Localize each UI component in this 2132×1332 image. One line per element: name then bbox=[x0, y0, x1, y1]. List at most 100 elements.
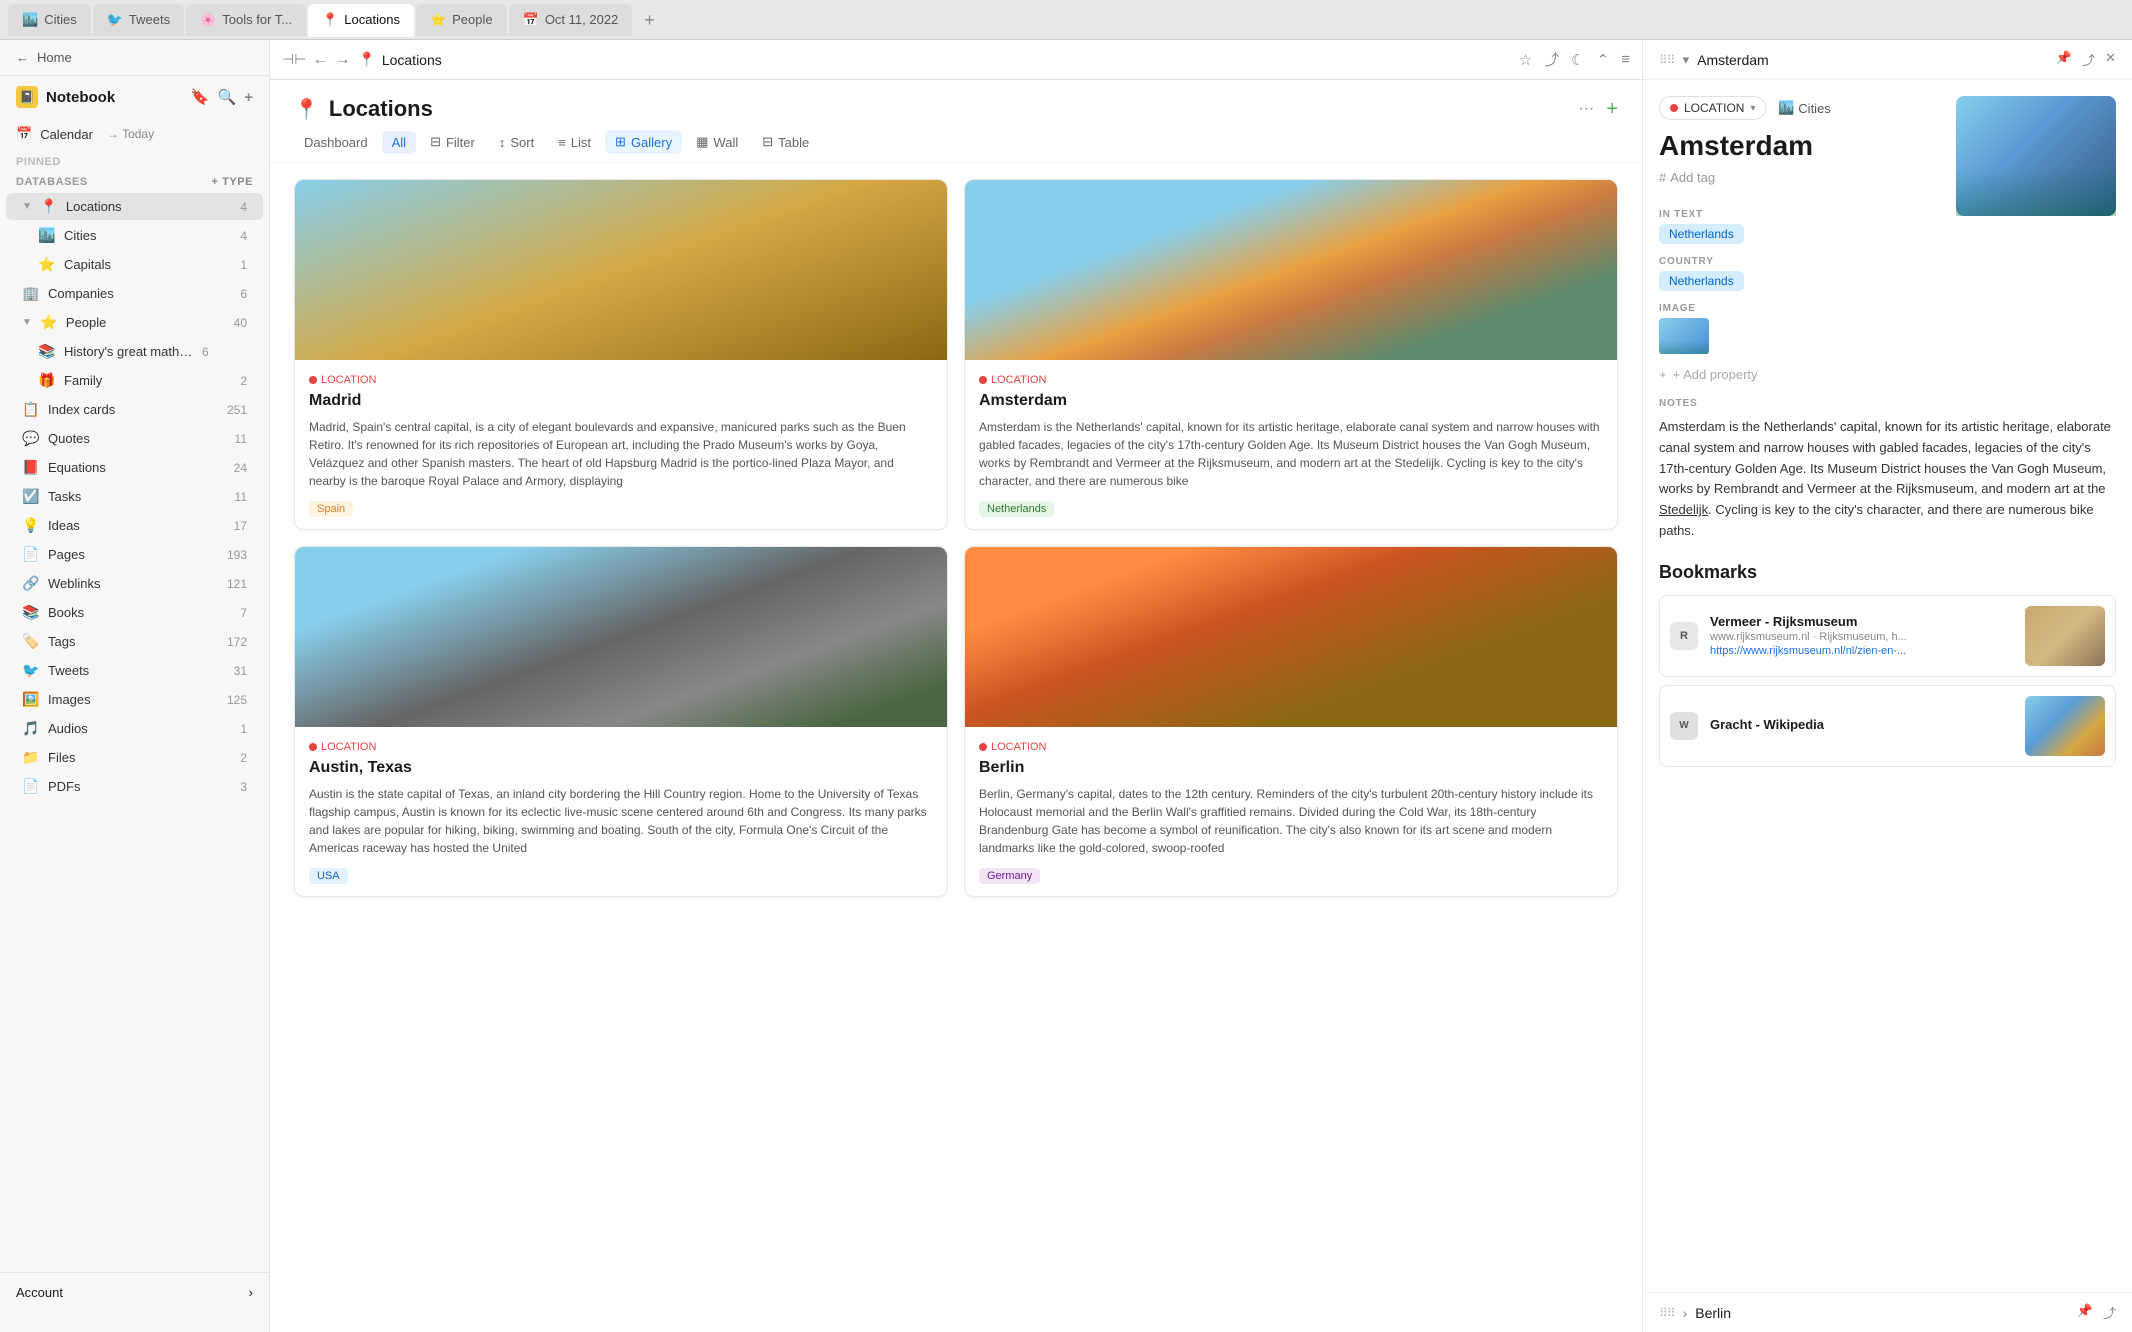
sidebar-item-family[interactable]: 🎁 Family 2 bbox=[6, 367, 263, 394]
add-tag-button[interactable]: # Add tag bbox=[1659, 170, 1715, 185]
amsterdam-tag[interactable]: Netherlands bbox=[979, 501, 1054, 517]
add-database-button[interactable]: + Type bbox=[211, 176, 253, 188]
more-options-icon[interactable]: ··· bbox=[1578, 100, 1594, 118]
country-value[interactable]: Netherlands bbox=[1659, 271, 1744, 291]
sidebar-home[interactable]: ← Home bbox=[0, 40, 269, 76]
add-tab-button[interactable]: + bbox=[634, 11, 665, 29]
tab-date[interactable]: 📅 Oct 11, 2022 bbox=[509, 4, 633, 36]
forward-nav-icon[interactable]: → bbox=[334, 51, 350, 69]
sidebar-item-tweets[interactable]: 🐦 Tweets 31 bbox=[6, 657, 263, 684]
add-property-button[interactable]: + + Add property bbox=[1659, 367, 2116, 382]
card-berlin[interactable]: LOCATION Berlin Berlin, Germany's capita… bbox=[964, 546, 1618, 897]
star-icon[interactable]: ☆ bbox=[1519, 51, 1532, 69]
sidebar-item-images[interactable]: 🖼️ Images 125 bbox=[6, 686, 263, 713]
berlin-tag[interactable]: Germany bbox=[979, 868, 1040, 884]
pages-count: 193 bbox=[227, 548, 247, 562]
tab-tools[interactable]: 🌸 Tools for T... bbox=[186, 4, 306, 36]
menu-icon[interactable]: ≡ bbox=[1621, 51, 1630, 68]
sidebar-item-cities[interactable]: 🏙️ Cities 4 bbox=[6, 222, 263, 249]
tab-wall[interactable]: ▦ Wall bbox=[686, 130, 748, 154]
hash-icon: # bbox=[1659, 170, 1666, 185]
people-icon: ⭐ bbox=[430, 12, 446, 28]
sidebar-item-books[interactable]: 📚 Books 7 bbox=[6, 599, 263, 626]
page-title-row: 📍 Locations bbox=[294, 96, 433, 122]
close-panel-icon[interactable]: ✕ bbox=[2105, 50, 2116, 69]
sidebar-item-index-cards[interactable]: 📋 Index cards 251 bbox=[6, 396, 263, 423]
sidebar-item-quotes[interactable]: 💬 Quotes 11 bbox=[6, 425, 263, 452]
pin-icon[interactable]: 📌 bbox=[2056, 50, 2072, 69]
add-icon[interactable]: + bbox=[244, 89, 253, 106]
card-amsterdam[interactable]: LOCATION Amsterdam Amsterdam is the Neth… bbox=[964, 179, 1618, 530]
card-austin[interactable]: LOCATION Austin, Texas Austin is the sta… bbox=[294, 546, 948, 897]
add-location-button[interactable]: + bbox=[1606, 98, 1618, 121]
tab-people[interactable]: ⭐ People bbox=[416, 4, 507, 36]
image-thumbnail[interactable] bbox=[1659, 318, 1709, 354]
sidebar-item-weblinks[interactable]: 🔗 Weblinks 121 bbox=[6, 570, 263, 597]
tab-filter[interactable]: ⊟ Filter bbox=[420, 130, 485, 154]
toolbar-page-icon: 📍 bbox=[358, 51, 375, 68]
madrid-title: Madrid bbox=[309, 392, 933, 410]
in-text-value[interactable]: Netherlands bbox=[1659, 224, 1744, 244]
tab-list[interactable]: ≡ List bbox=[548, 131, 601, 154]
tab-gallery[interactable]: ⊞ Gallery bbox=[605, 130, 682, 154]
sidebar-item-capitals[interactable]: ⭐ Capitals 1 bbox=[6, 251, 263, 278]
sidebar-item-tasks[interactable]: ☑️ Tasks 11 bbox=[6, 483, 263, 510]
sidebar-item-tags[interactable]: 🏷️ Tags 172 bbox=[6, 628, 263, 655]
images-icon: 🖼️ bbox=[22, 691, 40, 708]
quotes-icon: 💬 bbox=[22, 430, 40, 447]
chevron-down-icon: ▼ bbox=[22, 201, 32, 212]
type-badge[interactable]: LOCATION ▾ bbox=[1659, 96, 1766, 120]
people-chevron-icon: ▼ bbox=[22, 317, 32, 328]
type-label: LOCATION bbox=[1684, 101, 1744, 115]
collapse-sidebar-icon[interactable]: ⊣⊢ bbox=[282, 51, 306, 68]
image-label: IMAGE bbox=[1659, 303, 2116, 314]
sidebar-item-history[interactable]: 📚 History's great mathe... 6 bbox=[6, 338, 263, 365]
open-external-icon[interactable]: ⤴ bbox=[2082, 50, 2095, 69]
bookmarks-title: Bookmarks bbox=[1659, 562, 2116, 583]
sidebar-item-pages[interactable]: 📄 Pages 193 bbox=[6, 541, 263, 568]
tab-locations[interactable]: 📍 Locations bbox=[308, 4, 414, 36]
panel-expand-icon[interactable]: ▾ bbox=[1683, 52, 1690, 68]
search-icon[interactable]: 🔍 bbox=[218, 88, 237, 106]
sidebar-item-audios[interactable]: 🎵 Audios 1 bbox=[6, 715, 263, 742]
tab-sort[interactable]: ↕ Sort bbox=[489, 131, 544, 154]
bookmark-rijksmuseum[interactable]: R Vermeer - Rijksmuseum www.rijksmuseum.… bbox=[1659, 595, 2116, 677]
back-nav-icon[interactable]: ← bbox=[312, 51, 328, 69]
notebook-label: Notebook bbox=[46, 89, 115, 106]
sidebar-item-files[interactable]: 📁 Files 2 bbox=[6, 744, 263, 771]
footer-pin-icon[interactable]: 📌 bbox=[2077, 1303, 2093, 1322]
tab-tweets[interactable]: 🐦 Tweets bbox=[93, 4, 184, 36]
austin-tag[interactable]: USA bbox=[309, 868, 348, 884]
history-label: History's great mathe... bbox=[64, 344, 194, 359]
type-link[interactable]: 🏙️ Cities bbox=[1778, 100, 1831, 116]
tab-table[interactable]: ⊟ Table bbox=[752, 130, 819, 154]
ideas-label: Ideas bbox=[48, 518, 226, 533]
wall-icon: ▦ bbox=[696, 134, 708, 150]
sidebar-notebook[interactable]: 📓 Notebook 🔖 🔍 + bbox=[0, 76, 269, 118]
audios-label: Audios bbox=[48, 721, 232, 736]
sidebar-item-equations[interactable]: 📕 Equations 24 bbox=[6, 454, 263, 481]
tab-dashboard[interactable]: Dashboard bbox=[294, 131, 378, 154]
sidebar-item-locations[interactable]: ▼ 📍 Locations 4 bbox=[6, 193, 263, 220]
footer-open-icon[interactable]: ⤴ bbox=[2103, 1303, 2116, 1322]
tab-cities[interactable]: 🏙️ Cities bbox=[8, 4, 91, 36]
expand-icon[interactable]: ⌃ bbox=[1597, 51, 1610, 69]
notes-label: NOTES bbox=[1659, 398, 2116, 409]
sidebar-item-pdfs[interactable]: 📄 PDFs 3 bbox=[6, 773, 263, 800]
sidebar-calendar[interactable]: 📅 Calendar → Today bbox=[0, 118, 269, 150]
moon-icon[interactable]: ☾ bbox=[1571, 51, 1584, 69]
share-icon[interactable]: ⤴ bbox=[1544, 49, 1559, 70]
sort-icon: ↕ bbox=[499, 135, 506, 150]
sidebar-account[interactable]: Account › bbox=[0, 1272, 269, 1312]
sidebar-item-ideas[interactable]: 💡 Ideas 17 bbox=[6, 512, 263, 539]
account-chevron-icon: › bbox=[249, 1285, 253, 1300]
sidebar-item-companies[interactable]: 🏢 Companies 6 bbox=[6, 280, 263, 307]
bookmark-icon[interactable]: 🔖 bbox=[191, 88, 210, 106]
footer-expand-icon[interactable]: › bbox=[1683, 1305, 1688, 1321]
card-madrid[interactable]: LOCATION Madrid Madrid, Spain's central … bbox=[294, 179, 948, 530]
madrid-tag[interactable]: Spain bbox=[309, 501, 353, 517]
tab-all[interactable]: All bbox=[382, 131, 416, 154]
rijksmuseum-name: Vermeer - Rijksmuseum bbox=[1710, 614, 2013, 629]
sidebar-item-people[interactable]: ▼ ⭐ People 40 bbox=[6, 309, 263, 336]
bookmark-gracht[interactable]: W Gracht - Wikipedia bbox=[1659, 685, 2116, 767]
